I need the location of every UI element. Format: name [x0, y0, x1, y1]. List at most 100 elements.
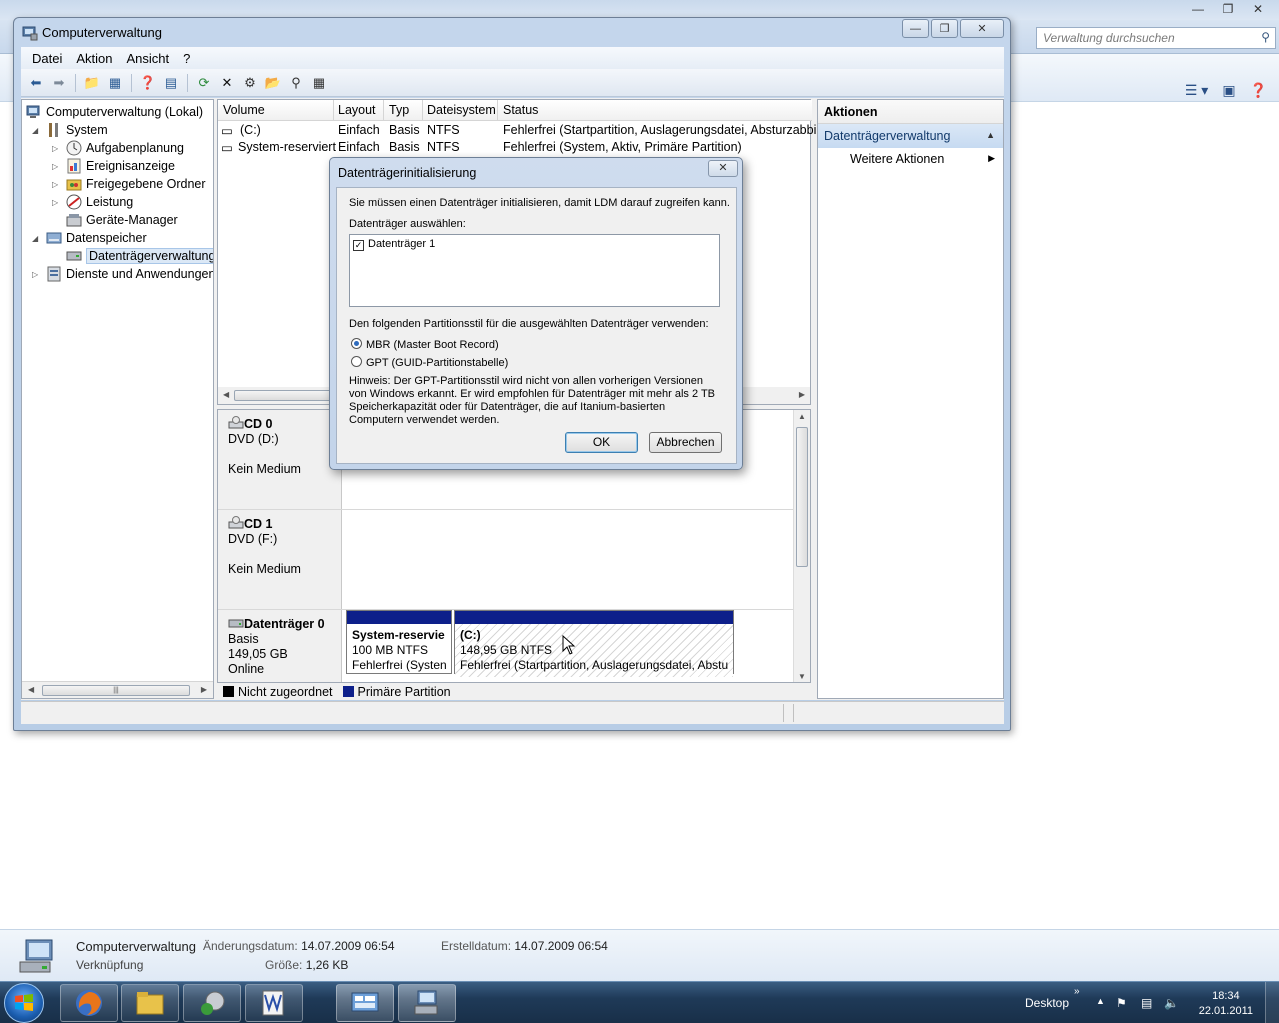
- tree-item-disk-management[interactable]: Datenträgerverwaltung: [66, 247, 213, 265]
- windows-logo-icon: [15, 994, 33, 1011]
- tree-item-task-scheduler[interactable]: ▷ Aufgabenplanung: [52, 139, 184, 157]
- action-center-flag-icon[interactable]: ⚑: [1116, 996, 1127, 1010]
- checkbox-checked-icon[interactable]: ✓: [353, 240, 364, 251]
- minimize-button[interactable]: —: [902, 19, 929, 38]
- taskbar-computer-management[interactable]: [398, 984, 456, 1022]
- expand-icon[interactable]: ▷: [52, 162, 62, 171]
- disk-label-disk0: Datenträger 0 Basis 149,05 GB Online: [218, 610, 342, 682]
- view-options-icon[interactable]: ☰ ▾: [1185, 82, 1208, 99]
- scroll-thumb[interactable]: |||: [42, 685, 190, 696]
- open-folder-icon[interactable]: 📂: [264, 74, 282, 92]
- actions-section-disk-management[interactable]: Datenträgerverwaltung ▲: [818, 124, 1003, 148]
- tree-item-shared-folders[interactable]: ▷ Freigegebene Ordner: [52, 175, 206, 193]
- disk-properties-icon[interactable]: ▦: [310, 74, 328, 92]
- computer-management-shortcut-icon: [19, 939, 53, 973]
- tree-item-device-manager[interactable]: Geräte-Manager: [66, 211, 178, 229]
- taskbar-explorer[interactable]: [121, 984, 179, 1022]
- scroll-left-icon[interactable]: ◀: [28, 685, 34, 694]
- menu-datei[interactable]: Datei: [25, 51, 69, 66]
- expand-icon[interactable]: ▷: [52, 198, 62, 207]
- volume-icon[interactable]: 🔈: [1164, 996, 1179, 1010]
- radio-selected-icon[interactable]: [351, 338, 362, 349]
- scroll-down-icon[interactable]: ▼: [798, 672, 806, 681]
- disk-checkbox-item[interactable]: ✓ Datenträger 1: [353, 238, 435, 251]
- bg-maximize-button[interactable]: ❐: [1215, 0, 1241, 17]
- collapse-icon[interactable]: ◢: [32, 234, 42, 243]
- unallocated-swatch: [223, 686, 234, 697]
- search-icon[interactable]: ⚲: [287, 74, 305, 92]
- network-icon[interactable]: ▤: [1141, 996, 1152, 1010]
- expand-icon[interactable]: ▷: [52, 144, 62, 153]
- refresh-icon[interactable]: ⟳: [195, 74, 213, 92]
- taskbar-app-4[interactable]: [245, 984, 303, 1022]
- more-actions-item[interactable]: Weitere Aktionen ▶: [818, 148, 1003, 170]
- taskbar-control-panel[interactable]: [336, 984, 394, 1022]
- scroll-left-icon[interactable]: ◀: [223, 390, 229, 399]
- tree-item-event-viewer[interactable]: ▷ Ereignisanzeige: [52, 157, 175, 175]
- taskbar-firefox[interactable]: [60, 984, 118, 1022]
- collapse-up-icon[interactable]: ▲: [986, 130, 995, 140]
- cancel-button[interactable]: Abbrechen: [649, 432, 722, 453]
- disk-list[interactable]: ✓ Datenträger 1: [349, 234, 720, 307]
- column-status[interactable]: Status: [503, 103, 538, 117]
- menu-aktion[interactable]: Aktion: [69, 51, 119, 66]
- action-pane-icon[interactable]: ▤: [162, 74, 180, 92]
- column-volume[interactable]: Volume: [223, 103, 265, 117]
- menu-ansicht[interactable]: Ansicht: [120, 51, 177, 66]
- close-button[interactable]: ✕: [960, 19, 1004, 38]
- preview-pane-icon[interactable]: ▣: [1222, 82, 1235, 99]
- column-type[interactable]: Typ: [389, 103, 409, 117]
- radio-unselected-icon[interactable]: [351, 356, 362, 367]
- disk-label-cd0: CD 0 DVD (D:) Kein Medium: [218, 410, 342, 509]
- up-folder-icon[interactable]: 📁: [83, 74, 101, 92]
- help-icon[interactable]: ❓: [139, 74, 157, 92]
- search-icon[interactable]: ⚲: [1261, 30, 1270, 44]
- ok-button[interactable]: OK: [565, 432, 638, 453]
- show-desktop-button[interactable]: [1265, 982, 1279, 1023]
- collapse-icon[interactable]: ◢: [32, 126, 42, 135]
- table-row[interactable]: ▭ (C:) Einfach Basis NTFS Fehlerfrei (St…: [218, 122, 826, 139]
- partition-c-drive[interactable]: (C:) 148,95 GB NTFS Fehlerfrei (Startpar…: [454, 610, 734, 677]
- expand-icon[interactable]: ▷: [52, 180, 62, 189]
- tree-horizontal-scrollbar[interactable]: ◀ ||| ▶: [22, 681, 213, 698]
- column-filesystem[interactable]: Dateisystem: [427, 103, 496, 117]
- bg-close-button[interactable]: ✕: [1245, 0, 1271, 17]
- scroll-thumb[interactable]: [796, 427, 808, 567]
- taskbar-app-3[interactable]: [183, 984, 241, 1022]
- desktop-toolbar-label[interactable]: Desktop: [1025, 996, 1069, 1010]
- tree-item-services[interactable]: ▷ Dienste und Anwendungen: [32, 265, 213, 283]
- tree-item-performance[interactable]: ▷ Leistung: [52, 193, 133, 211]
- tree-item-system[interactable]: ◢ System: [32, 121, 108, 139]
- disk-vertical-scrollbar[interactable]: ▲ ▼: [793, 410, 810, 682]
- radio-mbr[interactable]: MBR (Master Boot Record): [351, 338, 499, 351]
- disk-row-cd1[interactable]: CD 1 DVD (F:) Kein Medium: [218, 510, 795, 610]
- restore-button[interactable]: ❐: [931, 19, 958, 38]
- toolbar: ⬅ ➡ 📁 ▦ ❓ ▤ ⟳ ✕ ⚙ 📂 ⚲ ▦: [21, 69, 1004, 97]
- details-created-date: 14.07.2009 06:54: [514, 939, 608, 953]
- properties-icon[interactable]: ⚙: [241, 74, 259, 92]
- dialog-close-button[interactable]: ✕: [708, 160, 738, 177]
- disk-row-disk0[interactable]: Datenträger 0 Basis 149,05 GB Online Sys…: [218, 610, 795, 682]
- help-icon[interactable]: ❓: [1250, 82, 1267, 99]
- bg-minimize-button[interactable]: —: [1185, 0, 1211, 17]
- system-clock[interactable]: 18:34 22.01.2011: [1199, 989, 1253, 1019]
- delete-icon[interactable]: ✕: [218, 74, 236, 92]
- radio-gpt[interactable]: GPT (GUID-Partitionstabelle): [351, 356, 508, 369]
- scroll-right-icon[interactable]: ▶: [799, 390, 805, 399]
- tree-item-computer-management[interactable]: Computerverwaltung (Lokal): [26, 103, 203, 121]
- toolbar-expand-icon[interactable]: »: [1074, 986, 1080, 997]
- scroll-right-icon[interactable]: ▶: [201, 685, 207, 694]
- back-arrow-icon[interactable]: ⬅: [27, 74, 45, 92]
- scroll-up-icon[interactable]: ▲: [798, 412, 806, 421]
- table-row[interactable]: ▭ System-reserviert Einfach Basis NTFS F…: [218, 139, 812, 156]
- forward-arrow-icon[interactable]: ➡: [50, 74, 68, 92]
- background-search-input[interactable]: Verwaltung durchsuchen ⚲: [1036, 27, 1276, 49]
- menu-help[interactable]: ?: [176, 51, 197, 66]
- show-hidden-icons[interactable]: ▲: [1096, 996, 1105, 1006]
- expand-icon[interactable]: ▷: [32, 270, 42, 279]
- column-layout[interactable]: Layout: [338, 103, 376, 117]
- start-button[interactable]: [4, 983, 44, 1023]
- show-tree-icon[interactable]: ▦: [106, 74, 124, 92]
- tree-item-storage[interactable]: ◢ Datenspeicher: [32, 229, 147, 247]
- partition-system-reserved[interactable]: System-reservie 100 MB NTFS Fehlerfrei (…: [346, 610, 452, 674]
